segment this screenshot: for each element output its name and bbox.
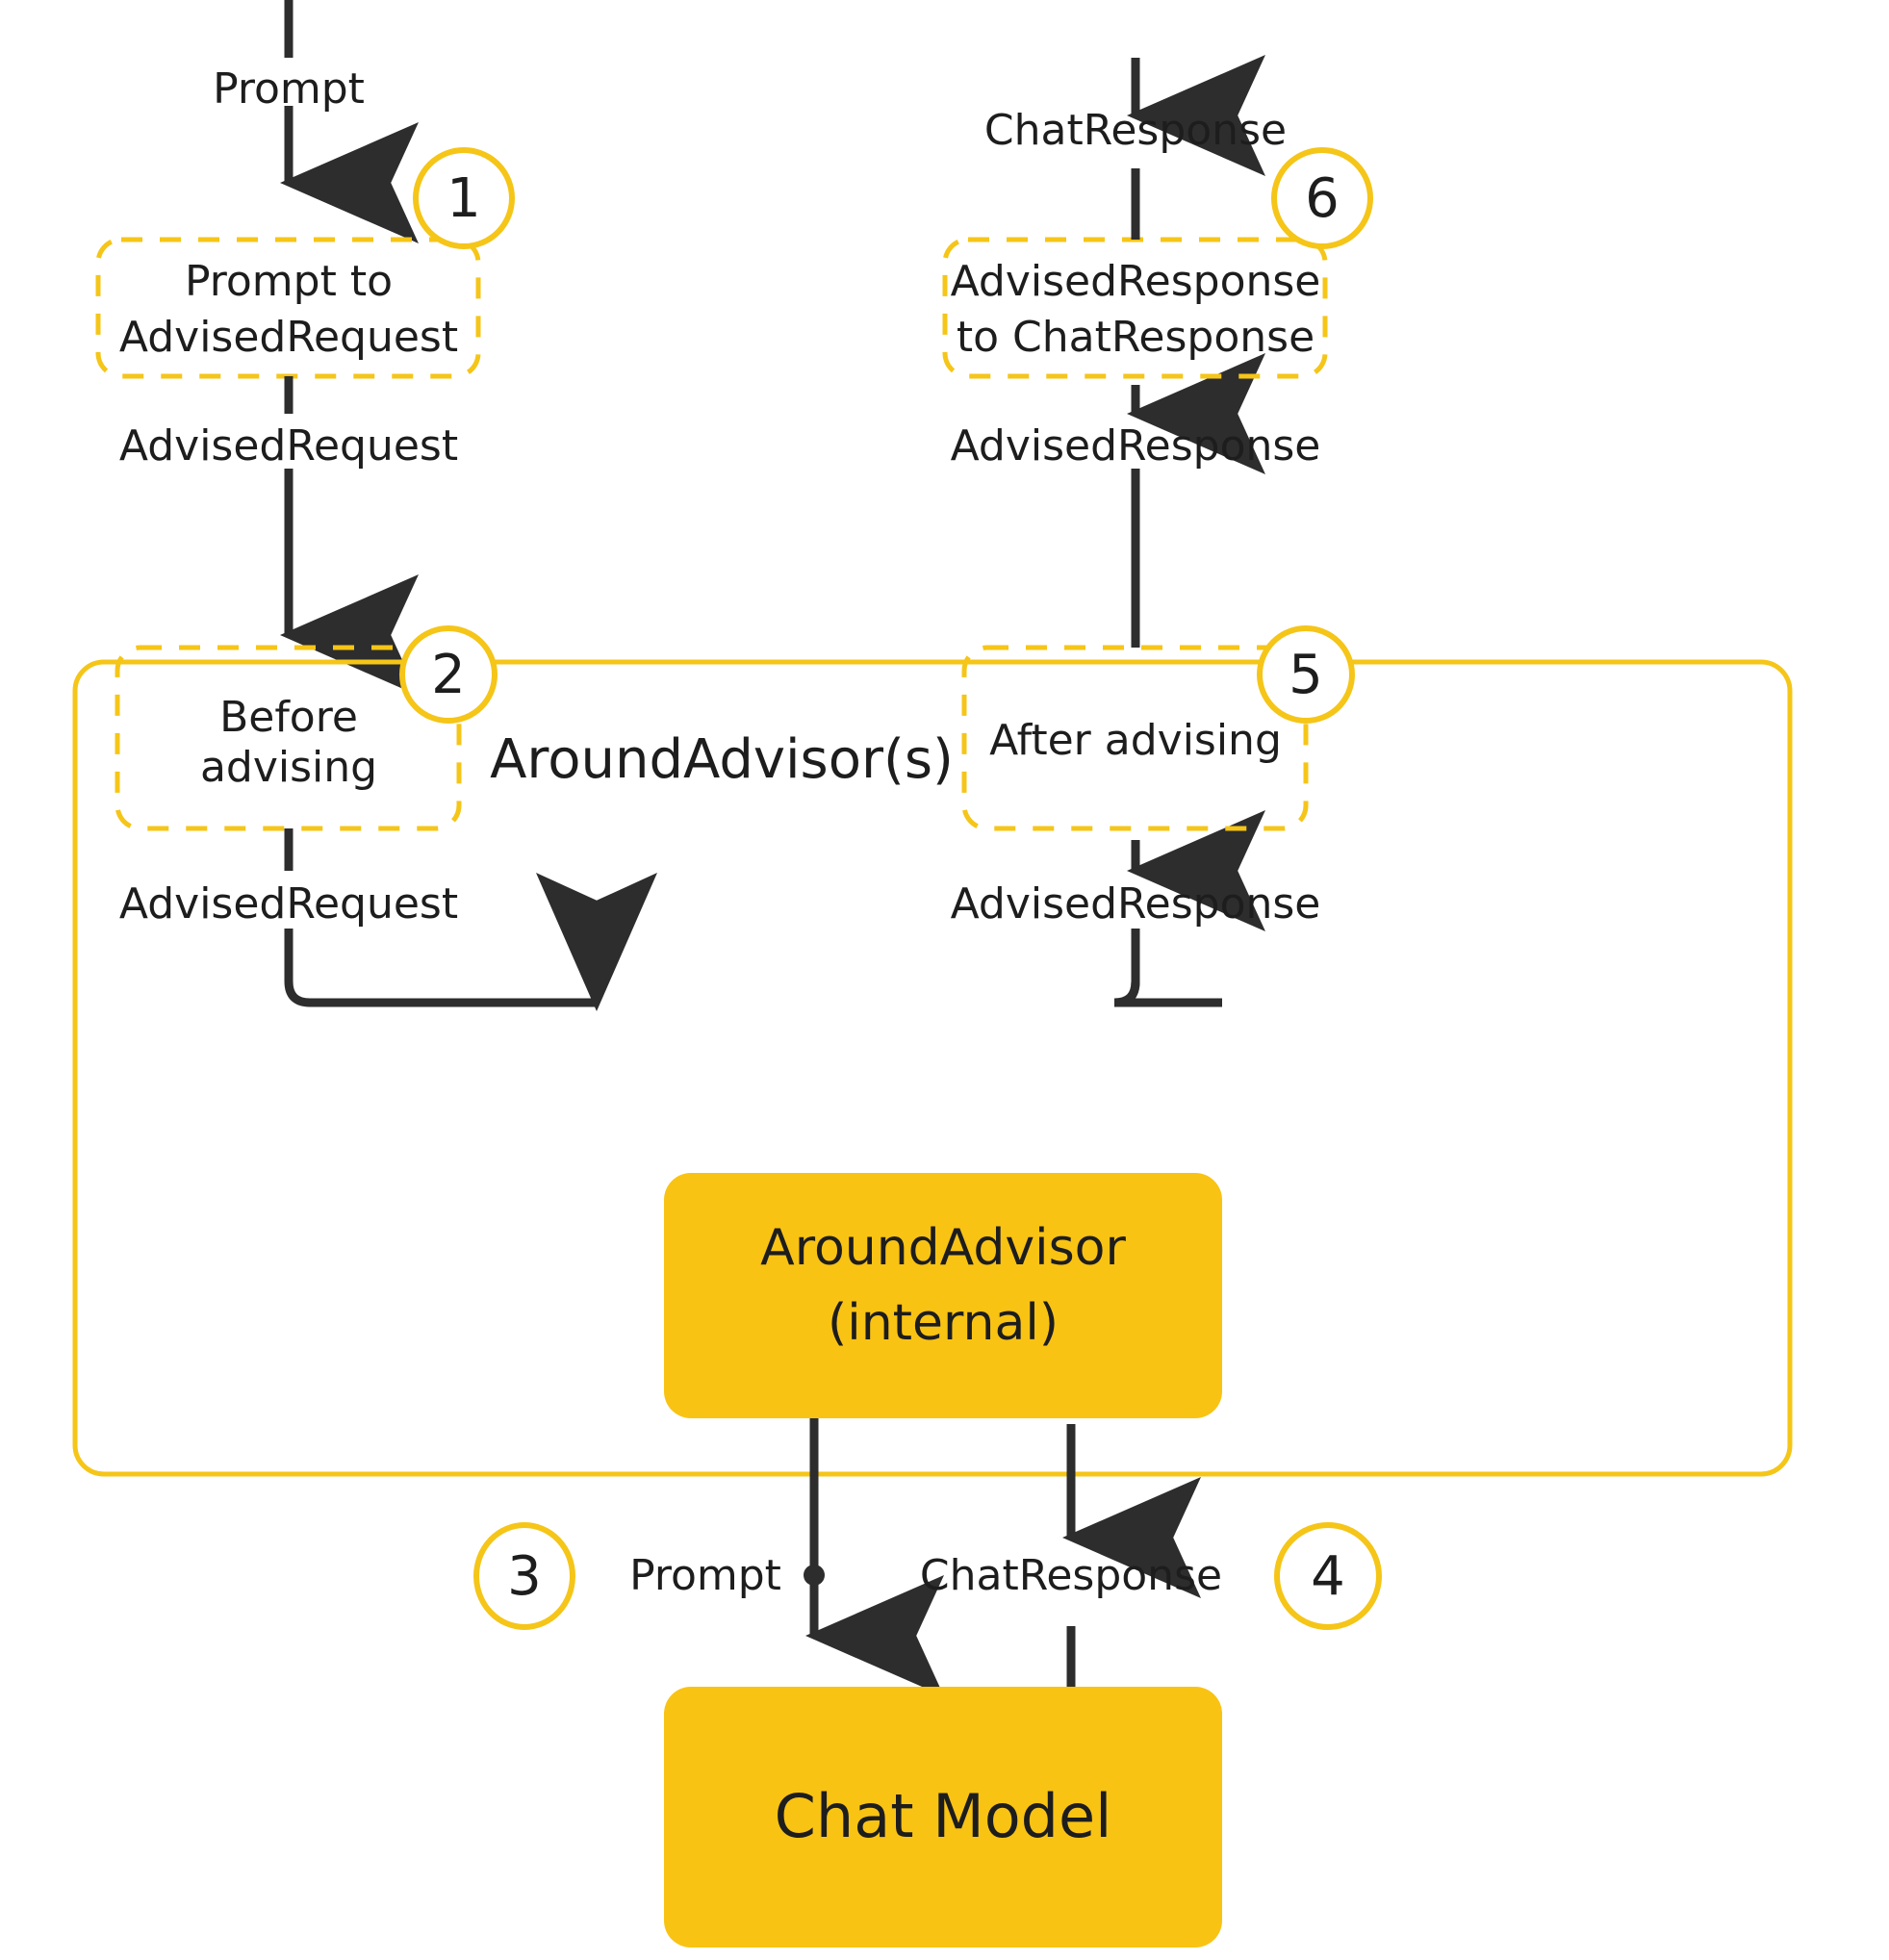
- step-badge-6-number: 6: [1305, 167, 1340, 230]
- edge-label-chat-response-from-model: ChatResponse: [920, 1551, 1222, 1600]
- edge-advised-request-1: AdvisedRequest: [119, 376, 458, 696]
- step-box-2-label-line1: Before: [219, 693, 358, 742]
- step-badge-4-number: 4: [1311, 1545, 1345, 1608]
- node-chat-model[interactable]: Chat Model: [664, 1687, 1222, 1947]
- around-advisors-group-title: AroundAdvisor(s): [490, 728, 954, 791]
- step-badge-3: 3: [473, 1522, 575, 1630]
- step-box-5[interactable]: After advising: [961, 645, 1309, 831]
- step-badge-1-number: 1: [447, 167, 481, 230]
- node-around-advisor-internal-line2: (internal): [828, 1294, 1059, 1352]
- step-box-1-label-line2: AdvisedRequest: [119, 313, 458, 362]
- step-badge-2: 2: [399, 625, 498, 724]
- edge-label-advised-request-2: AdvisedRequest: [119, 879, 458, 929]
- edge-advised-response-2: AdvisedResponse: [951, 353, 1321, 648]
- node-around-advisor-internal-line1: AroundAdvisor: [760, 1219, 1126, 1277]
- step-badge-5-number: 5: [1289, 644, 1323, 706]
- edge-advised-response-1: AdvisedResponse: [951, 810, 1321, 1007]
- edge-prompt-to-model: Prompt: [629, 1418, 944, 1696]
- step-box-6-label-line1: AdvisedResponse: [951, 257, 1321, 306]
- step-badge-6: 6: [1271, 147, 1373, 249]
- edge-chat-response-out: ChatResponse: [984, 55, 1287, 240]
- step-box-1-label-line1: Prompt to: [185, 257, 393, 306]
- step-box-6[interactable]: AdvisedResponse to ChatResponse: [942, 237, 1328, 379]
- edge-label-advised-response-2: AdvisedResponse: [951, 421, 1321, 471]
- step-box-5-label-line1: After advising: [989, 716, 1282, 765]
- node-around-advisor-internal[interactable]: AroundAdvisor (internal): [664, 1173, 1222, 1418]
- step-badge-1: 1: [413, 147, 515, 249]
- step-badge-2-number: 2: [431, 644, 466, 706]
- step-badge-5: 5: [1257, 625, 1355, 724]
- advisor-flow-diagram: Prompt Prompt to AdvisedRequest 1 Advise…: [0, 0, 1889, 1960]
- edge-label-advised-request-1: AdvisedRequest: [119, 421, 458, 471]
- step-box-1[interactable]: Prompt to AdvisedRequest: [95, 237, 481, 379]
- edge-label-prompt-to-model: Prompt: [629, 1551, 781, 1600]
- edge-label-advised-response-1: AdvisedResponse: [951, 879, 1321, 929]
- node-chat-model-label: Chat Model: [775, 1781, 1112, 1851]
- diagram-canvas: Prompt Prompt to AdvisedRequest 1 Advise…: [72, 0, 1793, 1947]
- step-badge-3-number: 3: [507, 1545, 542, 1608]
- edge-label-prompt-in: Prompt: [213, 64, 365, 114]
- edge-prompt-in: Prompt: [213, 0, 419, 243]
- edge-label-chat-response-out: ChatResponse: [984, 106, 1287, 155]
- prompt-junction-dot: [804, 1565, 825, 1586]
- step-box-6-label-line2: to ChatResponse: [957, 313, 1315, 362]
- step-badge-4: 4: [1274, 1522, 1382, 1630]
- edge-advised-request-2: AdvisedRequest: [119, 828, 657, 1011]
- step-box-2-label-line2: advising: [200, 743, 377, 792]
- edge-chat-response-from-model: ChatResponse: [920, 1424, 1222, 1687]
